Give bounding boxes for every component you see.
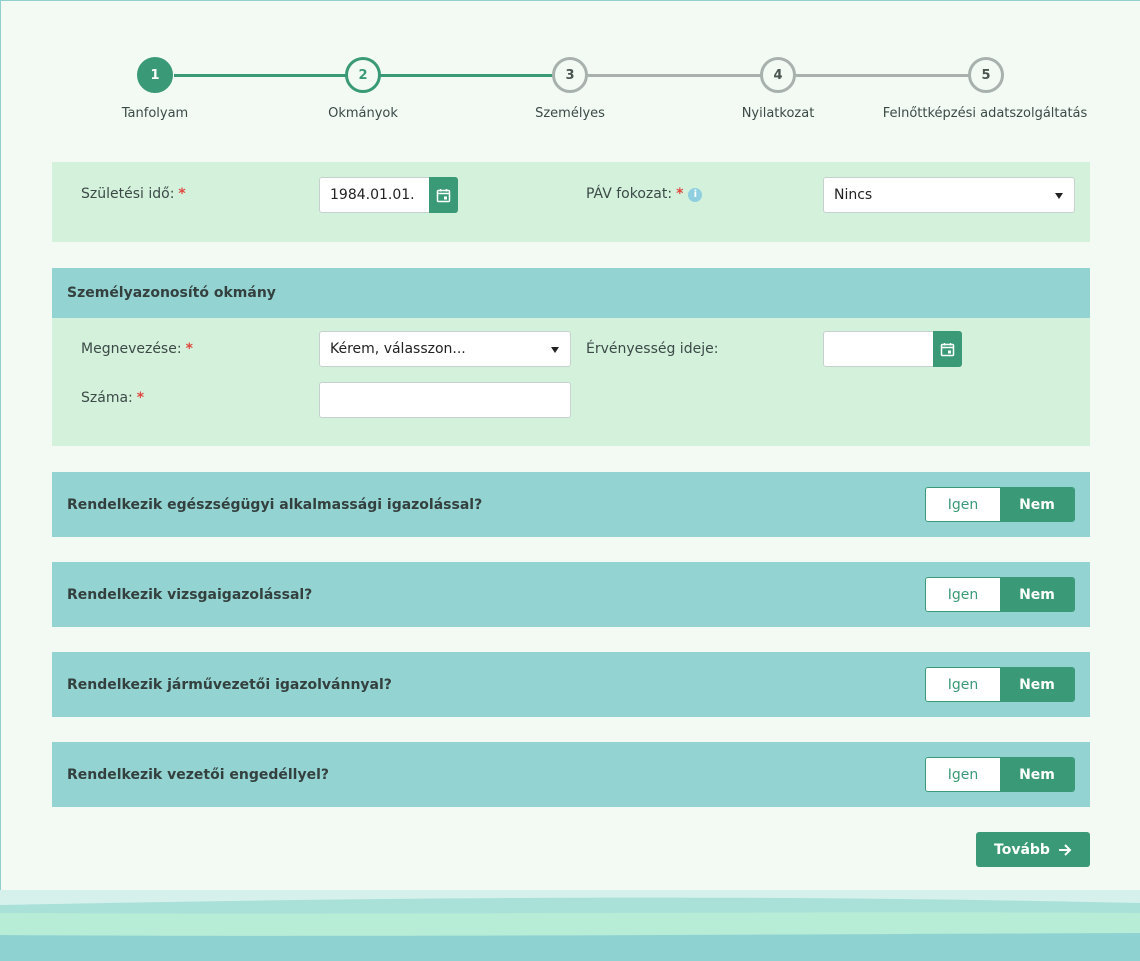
pav-label-text: PÁV fokozat: xyxy=(586,186,673,202)
document-name-select-value: Kérem, válasszon... xyxy=(330,341,466,357)
id-document-panel: Személyazonosító okmány Megnevezése: * Ké… xyxy=(52,268,1090,446)
no-option[interactable]: Nem xyxy=(1000,668,1074,701)
next-button[interactable]: Tovább xyxy=(976,832,1090,867)
yes-option[interactable]: Igen xyxy=(926,758,1000,791)
arrow-right-icon xyxy=(1058,843,1072,856)
yes-no-toggle: Igen Nem xyxy=(925,577,1075,612)
validity-calendar-button[interactable] xyxy=(933,331,962,367)
yes-option[interactable]: Igen xyxy=(926,578,1000,611)
no-option[interactable]: Nem xyxy=(1000,488,1074,521)
footer-wave xyxy=(0,890,1140,961)
chevron-down-icon xyxy=(551,347,559,353)
required-mark: * xyxy=(185,341,193,357)
step-1-label: Tanfolyam xyxy=(121,106,189,121)
step-connector-4 xyxy=(796,74,969,77)
yes-no-toggle: Igen Nem xyxy=(925,667,1075,702)
calendar-icon xyxy=(436,188,451,202)
chevron-down-icon xyxy=(1055,193,1063,199)
question-vehicle-id: Rendelkezik járművezetői igazolvánnyal? … xyxy=(52,652,1090,717)
id-document-header: Személyazonosító okmány xyxy=(52,268,1090,318)
pav-select-value: Nincs xyxy=(834,187,873,203)
question-text: Rendelkezik egészségügyi alkalmassági ig… xyxy=(67,496,483,513)
yes-no-toggle: Igen Nem xyxy=(925,757,1075,792)
step-connector-2 xyxy=(380,74,553,77)
required-mark: * xyxy=(676,186,684,202)
birth-date-calendar-button[interactable] xyxy=(429,177,458,213)
pav-label: PÁV fokozat: * i xyxy=(586,186,703,202)
yes-option[interactable]: Igen xyxy=(926,668,1000,701)
birth-date-value: 1984.01.01. xyxy=(330,187,415,203)
birth-date-label: Születési idő: * xyxy=(81,186,186,202)
step-5-circle: 5 xyxy=(968,57,1004,93)
required-mark: * xyxy=(136,390,145,406)
step-2-label: Okmányok xyxy=(328,106,398,121)
personal-panel: Születési idő: * 1984.01.01. PÁV fokozat:… xyxy=(52,162,1090,242)
document-number-input[interactable] xyxy=(319,382,571,418)
birth-date-label-text: Születési idő: xyxy=(81,186,175,202)
step-connector-3 xyxy=(588,74,761,77)
question-driving-license: Rendelkezik vezetői engedéllyel? Igen Ne… xyxy=(52,742,1090,807)
yes-no-toggle: Igen Nem xyxy=(925,487,1075,522)
validity-date-input[interactable] xyxy=(823,331,962,367)
progress-stepper: 1 2 3 4 5 Tanfolyam Okmányok Személyes N… xyxy=(0,0,1140,140)
birth-date-input[interactable]: 1984.01.01. xyxy=(319,177,458,213)
yes-option[interactable]: Igen xyxy=(926,488,1000,521)
step-2-circle[interactable]: 2 xyxy=(345,57,381,93)
validity-label: Érvényesség ideje: xyxy=(586,341,719,357)
no-option[interactable]: Nem xyxy=(1000,758,1074,791)
document-number-label: Száma: * xyxy=(81,390,144,406)
step-4-label: Nyilatkozat xyxy=(741,106,815,121)
step-5-label: Felnőttképzési adatszolgáltatás xyxy=(882,106,1088,121)
info-icon[interactable]: i xyxy=(688,187,703,202)
pav-select[interactable]: Nincs xyxy=(823,177,1075,213)
no-option[interactable]: Nem xyxy=(1000,578,1074,611)
document-name-label: Megnevezése: * xyxy=(81,341,193,357)
document-name-select[interactable]: Kérem, válasszon... xyxy=(319,331,571,367)
step-3-label: Személyes xyxy=(535,106,605,121)
step-3-circle: 3 xyxy=(552,57,588,93)
calendar-icon xyxy=(940,342,955,356)
required-mark: * xyxy=(178,186,186,202)
question-health-certificate: Rendelkezik egészségügyi alkalmassági ig… xyxy=(52,472,1090,537)
document-number-label-text: Száma: xyxy=(81,390,133,406)
step-4-circle: 4 xyxy=(760,57,796,93)
document-name-label-text: Megnevezése: xyxy=(81,341,182,357)
step-connector-1 xyxy=(174,74,347,77)
step-1-circle[interactable]: 1 xyxy=(137,57,173,93)
question-text: Rendelkezik vezetői engedéllyel? xyxy=(67,766,330,783)
question-text: Rendelkezik járművezetői igazolvánnyal? xyxy=(67,676,392,693)
question-exam-certificate: Rendelkezik vizsgaigazolással? Igen Nem xyxy=(52,562,1090,627)
question-text: Rendelkezik vizsgaigazolással? xyxy=(67,586,313,603)
next-button-label: Tovább xyxy=(994,841,1050,858)
